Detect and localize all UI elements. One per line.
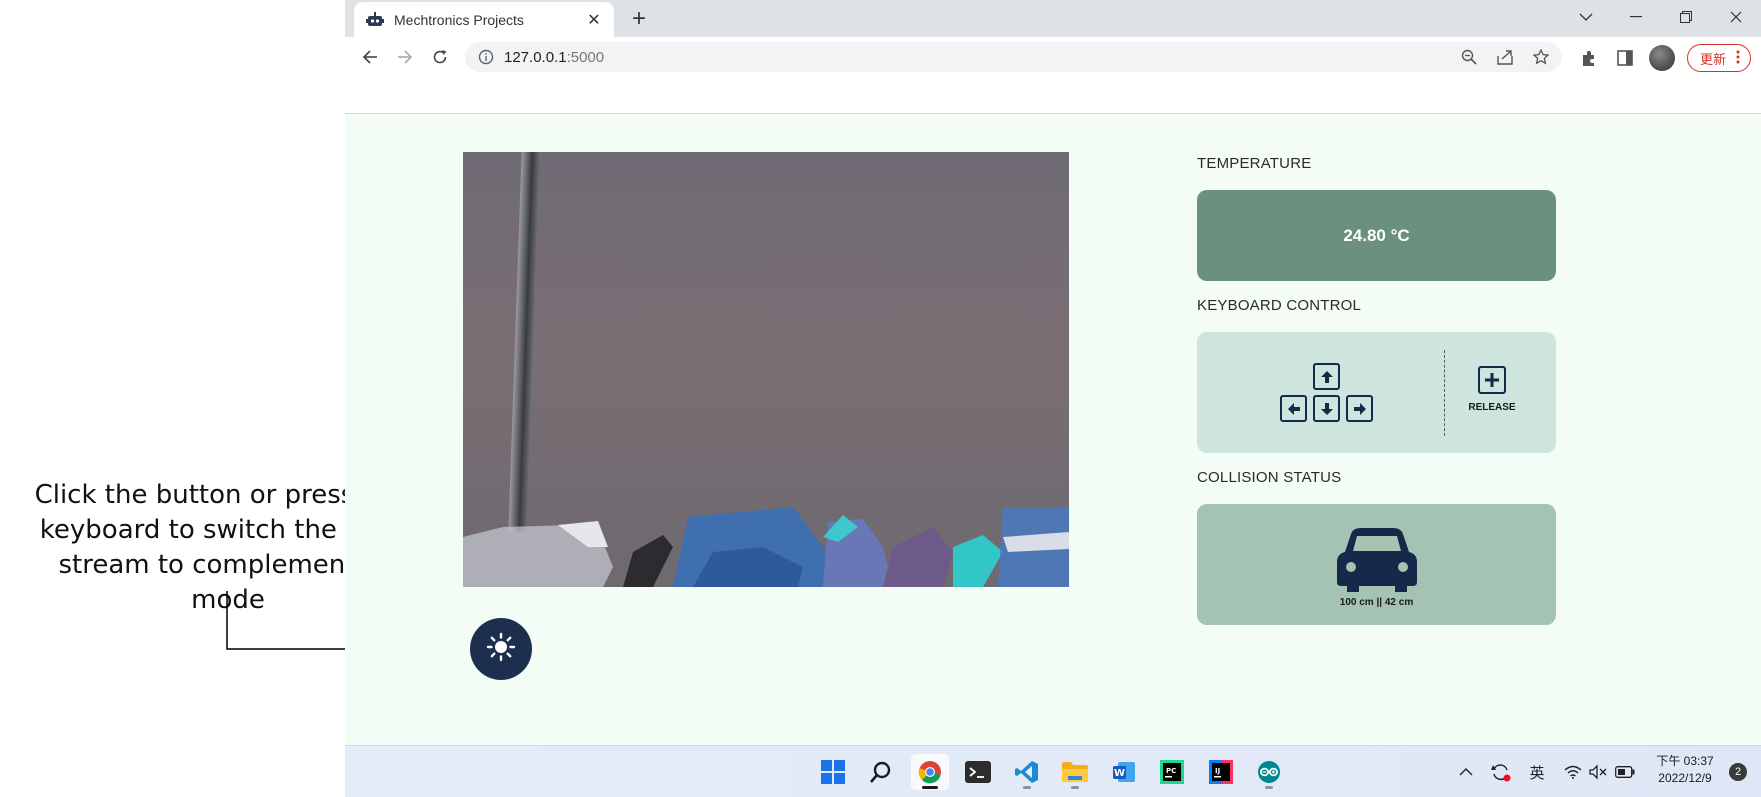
video-foreground-objects — [463, 507, 1069, 587]
url-text[interactable]: 127.0.0.1:5000 — [504, 49, 604, 66]
tab-bar: Mechtronics Projects ✕ + — [345, 0, 1761, 37]
video-stream — [463, 152, 1069, 587]
car-icon — [1333, 524, 1421, 594]
ime-indicator[interactable]: 英 — [1526, 759, 1548, 785]
temperature-value: 24.80 °C — [1343, 225, 1410, 245]
url-port: :5000 — [566, 48, 605, 66]
notification-badge[interactable]: 2 — [1729, 763, 1747, 781]
address-bar[interactable]: 127.0.0.1:5000 — [465, 42, 1562, 72]
browser-toolbar: 127.0.0.1:5000 更新 — [345, 37, 1761, 77]
pycharm-icon[interactable]: PC — [1153, 754, 1191, 790]
window-controls — [1561, 0, 1761, 33]
side-panel-icon[interactable] — [1613, 45, 1637, 71]
update-button[interactable]: 更新 — [1687, 44, 1752, 72]
browser-window: Mechtronics Projects ✕ + 127.0.0.1:5000 … — [345, 0, 1761, 797]
explorer-running-indicator — [1071, 786, 1079, 789]
url-host: 127.0.0.1 — [504, 48, 567, 66]
robot-icon — [366, 11, 384, 29]
release-control[interactable]: RELEASE — [1463, 366, 1521, 413]
keyboard-control-card: RELEASE — [1197, 332, 1556, 453]
arrow-keys — [1280, 363, 1374, 422]
profile-avatar[interactable] — [1649, 45, 1675, 71]
keyboard-divider — [1444, 350, 1445, 436]
reload-icon[interactable] — [428, 45, 452, 69]
zoom-out-icon[interactable] — [1458, 46, 1480, 68]
word-icon[interactable]: W — [1105, 754, 1143, 790]
arduino-icon[interactable] — [1250, 754, 1288, 790]
terminal-icon[interactable] — [959, 754, 997, 790]
plus-key-icon[interactable] — [1478, 366, 1506, 394]
release-label: RELEASE — [1468, 402, 1516, 413]
intellij-icon[interactable]: IJ — [1202, 754, 1240, 790]
clock-time: 下午 03:37 — [1656, 754, 1714, 768]
complementary-mode-button[interactable] — [470, 618, 532, 680]
vscode-icon[interactable] — [1008, 754, 1046, 790]
bookmark-star-icon[interactable] — [1530, 46, 1552, 68]
svg-text:PC: PC — [1166, 767, 1176, 775]
taskbar: W PC IJ 英 下午 03:37 2022/12/9 2 — [345, 745, 1761, 797]
arrow-up-key-icon[interactable] — [1313, 363, 1340, 390]
extensions-puzzle-icon[interactable] — [1577, 45, 1601, 71]
arrow-down-key-icon[interactable] — [1313, 395, 1340, 422]
tab-mechtronics[interactable]: Mechtronics Projects ✕ — [354, 2, 614, 37]
system-clock[interactable]: 下午 03:37 2022/12/9 — [1649, 753, 1721, 787]
search-icon[interactable] — [862, 754, 900, 790]
page-content: TEMPERATURE 24.80 °C KEYBOARD CONTROL RE… — [345, 114, 1761, 745]
chevron-up-icon[interactable] — [1455, 759, 1477, 785]
chrome-icon[interactable] — [911, 754, 949, 790]
keyboard-control-heading: KEYBOARD CONTROL — [1197, 297, 1362, 314]
windows-start-icon[interactable] — [814, 754, 852, 790]
sun-icon — [486, 632, 516, 667]
wifi-icon[interactable] — [1562, 759, 1584, 785]
share-icon[interactable] — [1494, 46, 1516, 68]
volume-muted-icon[interactable] — [1587, 759, 1609, 785]
update-label: 更新 — [1700, 51, 1727, 67]
temperature-heading: TEMPERATURE — [1197, 155, 1312, 172]
sync-icon[interactable] — [1488, 759, 1514, 785]
collision-status-heading: COLLISION STATUS — [1197, 469, 1342, 486]
restore-button[interactable] — [1661, 0, 1711, 33]
video-pole-shape — [508, 152, 540, 532]
svg-text:IJ: IJ — [1215, 767, 1220, 775]
bookmark-bar — [345, 77, 1761, 114]
file-explorer-icon[interactable] — [1056, 754, 1094, 790]
arrow-right-key-icon[interactable] — [1346, 395, 1373, 422]
info-icon[interactable] — [477, 48, 495, 66]
collision-distance-value: 100 cm || 42 cm — [1339, 597, 1414, 608]
battery-icon[interactable] — [1613, 759, 1637, 785]
close-window-button[interactable] — [1711, 0, 1761, 33]
tab-title: Mechtronics Projects — [394, 11, 524, 28]
svg-text:W: W — [1114, 768, 1125, 779]
clock-date: 2022/12/9 — [1658, 771, 1712, 785]
arduino-running-indicator — [1265, 786, 1273, 789]
back-arrow-icon[interactable] — [358, 45, 382, 69]
new-tab-button[interactable]: + — [627, 5, 651, 32]
chrome-running-indicator — [922, 786, 938, 789]
close-tab-icon[interactable]: ✕ — [584, 10, 604, 30]
minimize-button[interactable] — [1611, 0, 1661, 33]
forward-arrow-icon[interactable] — [393, 45, 417, 69]
more-menu-icon — [1736, 50, 1740, 67]
temperature-card: 24.80 °C — [1197, 190, 1556, 281]
vscode-running-indicator — [1023, 786, 1031, 789]
arrow-left-key-icon[interactable] — [1280, 395, 1307, 422]
collision-status-card: 100 cm || 42 cm — [1197, 504, 1556, 625]
chevron-down-icon[interactable] — [1561, 0, 1611, 33]
